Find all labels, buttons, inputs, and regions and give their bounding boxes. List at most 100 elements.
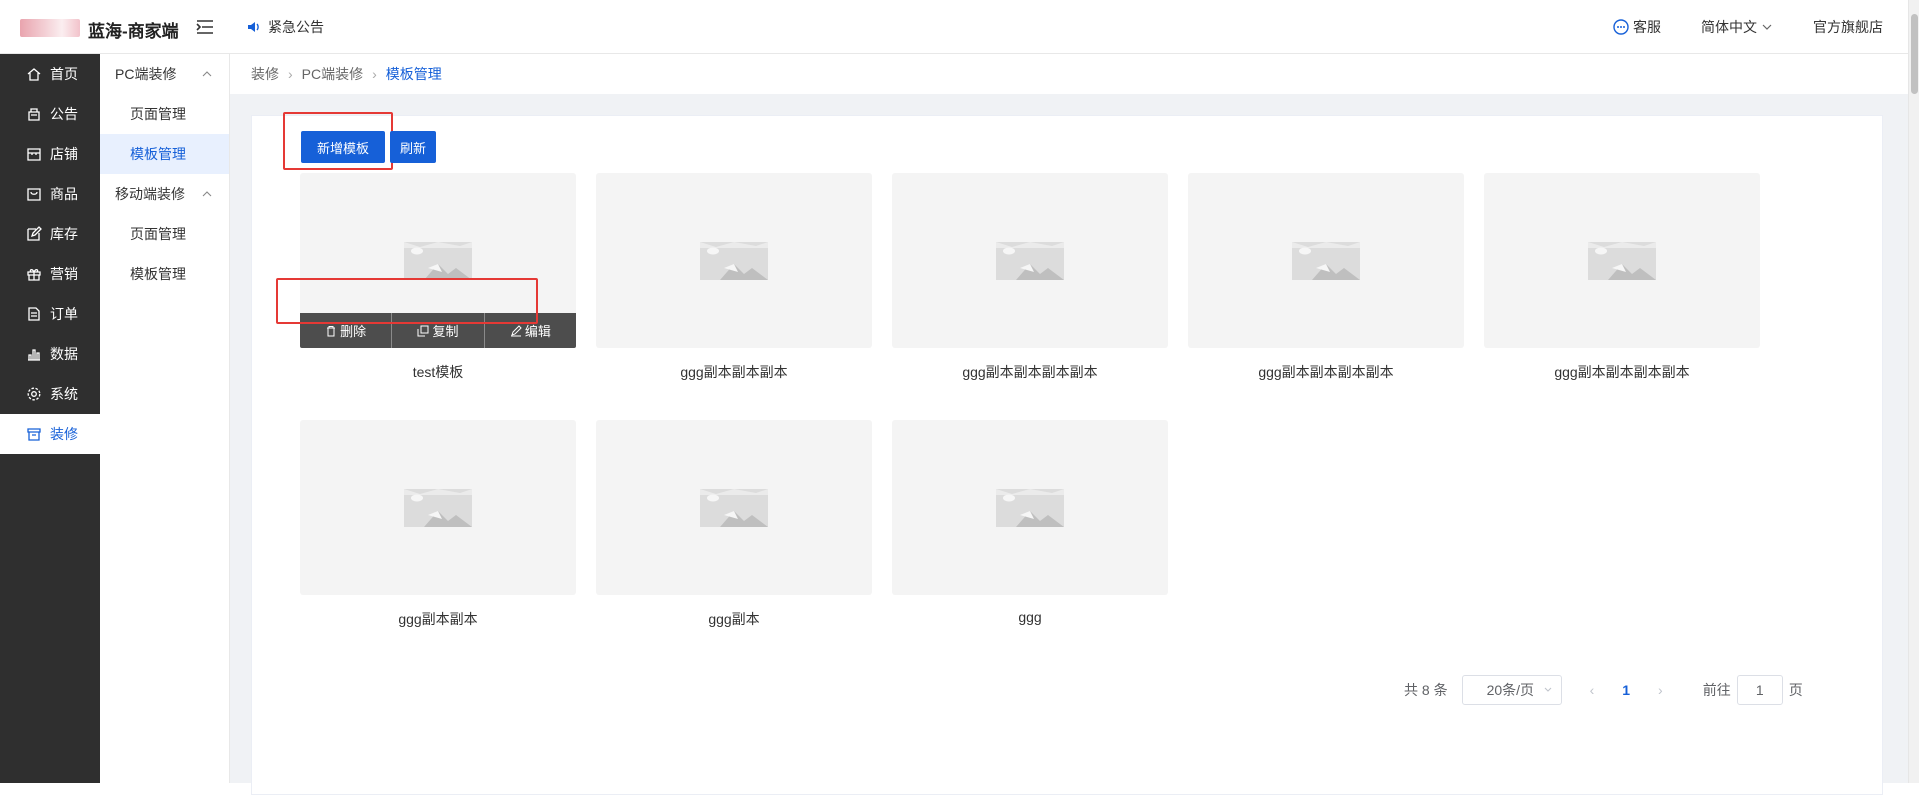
template-card[interactable]: ggg副本副本副本副本 — [1484, 173, 1760, 382]
goto-page-input[interactable]: 1 — [1736, 675, 1783, 705]
notice-label: 紧急公告 — [268, 19, 324, 35]
speaker-icon — [248, 22, 259, 32]
sub-navigation: PC端装修 页面管理 模板管理 移动端装修 页面管理 模板管理 — [100, 54, 230, 783]
template-card[interactable]: ggg — [892, 420, 1168, 625]
trash-icon — [327, 325, 336, 336]
chat-icon — [1613, 19, 1629, 35]
copy-icon — [417, 325, 429, 336]
sidebar-item-goods[interactable]: 商品 — [0, 174, 100, 214]
template-thumbnail[interactable] — [596, 420, 872, 595]
subnav-item-pc-pages[interactable]: 页面管理 — [100, 94, 229, 134]
template-card[interactable]: ggg副本副本副本副本 — [1188, 173, 1464, 382]
template-card[interactable]: ggg副本副本副本 — [596, 173, 872, 382]
goods-icon — [27, 188, 41, 201]
breadcrumb-item[interactable]: PC端装修 — [302, 64, 363, 84]
image-placeholder-icon — [700, 241, 768, 280]
language-label: 简体中文 — [1701, 19, 1757, 35]
image-placeholder-icon — [996, 241, 1064, 280]
sidebar-item-label: 装修 — [50, 426, 78, 442]
template-thumbnail[interactable] — [596, 173, 872, 348]
template-panel: 新增模板 刷新 删除 复制 编辑 test模板 ggg副本副本副本 ggg副本副本副本副本… — [251, 112, 1883, 795]
template-thumbnail[interactable] — [892, 173, 1168, 348]
next-page-button[interactable]: › — [1658, 682, 1663, 698]
notice-link[interactable]: 紧急公告 — [246, 17, 324, 37]
sidebar-item-notice[interactable]: 公告 — [0, 94, 100, 134]
template-card[interactable]: ggg副本副本副本副本 — [892, 173, 1168, 382]
image-placeholder-icon — [404, 488, 472, 527]
pencil-icon — [510, 324, 522, 336]
template-name: ggg副本副本副本 — [680, 364, 788, 380]
add-template-button[interactable]: 新增模板 — [301, 131, 385, 163]
sidebar-item-marketing[interactable]: 营销 — [0, 254, 100, 294]
sidebar-item-label: 订单 — [50, 306, 78, 322]
page-size-label: 20条/页 — [1486, 682, 1535, 698]
service-label: 客服 — [1633, 19, 1661, 35]
sidebar-item-label: 库存 — [50, 226, 78, 242]
brand-name: 蓝海-商家端 — [88, 22, 179, 41]
store-label: 官方旗舰店 — [1813, 19, 1883, 35]
sidebar-item-home[interactable]: 首页 — [0, 54, 100, 94]
image-placeholder-icon — [1292, 241, 1360, 280]
image-placeholder-icon — [404, 241, 472, 280]
sidebar-item-order[interactable]: 订单 — [0, 294, 100, 334]
template-card[interactable]: ggg副本副本 — [300, 420, 576, 629]
template-name: ggg副本副本副本副本 — [962, 364, 1098, 380]
subnav-group-label: PC端装修 — [115, 66, 177, 82]
subnav-group-pc[interactable]: PC端装修 — [100, 54, 229, 94]
main-sidebar: 首页 公告 店铺 商品 库存 营销 订单 数据 系统 装修 — [0, 54, 100, 783]
top-header: 蓝海-商家端 紧急公告 客服 简体中文 官方旗舰店 — [0, 0, 1919, 54]
sidebar-item-label: 公告 — [50, 106, 78, 122]
language-dropdown[interactable]: 简体中文 — [1701, 17, 1773, 37]
menu-collapse-icon[interactable] — [196, 19, 214, 35]
template-name: ggg副本副本 — [398, 611, 478, 627]
gear-icon — [27, 387, 41, 401]
chart-icon — [28, 349, 40, 361]
edit-icon — [27, 226, 42, 241]
chevron-down-icon — [1544, 687, 1551, 692]
subnav-item-pc-templates[interactable]: 模板管理 — [100, 134, 229, 174]
breadcrumb-current: 模板管理 — [385, 66, 442, 82]
subnav-group-mobile[interactable]: 移动端装修 — [100, 174, 229, 214]
breadcrumb-separator: › — [288, 66, 293, 82]
template-name: ggg副本副本副本副本 — [1554, 364, 1690, 380]
image-placeholder-icon — [996, 488, 1064, 527]
sidebar-item-label: 首页 — [50, 66, 78, 82]
main-content: 装修 › PC端装修 › 模板管理 新增模板 刷新 删除 复制 编辑 test模板 gg… — [230, 54, 1908, 795]
prev-page-button[interactable]: ‹ — [1590, 682, 1595, 698]
sidebar-item-shop[interactable]: 店铺 — [0, 134, 100, 174]
template-card[interactable]: ggg副本 — [596, 420, 872, 629]
subnav-group-label: 移动端装修 — [115, 186, 185, 202]
vertical-scrollbar[interactable] — [1908, 0, 1919, 783]
shop-icon — [27, 148, 41, 161]
template-thumbnail[interactable] — [1188, 173, 1464, 348]
template-thumbnail[interactable] — [892, 420, 1168, 595]
sidebar-item-data[interactable]: 数据 — [0, 334, 100, 374]
sidebar-item-system[interactable]: 系统 — [0, 374, 100, 414]
breadcrumb-separator: › — [372, 66, 377, 82]
page-size-select[interactable]: 20条/页 — [1461, 675, 1562, 705]
breadcrumb-item[interactable]: 装修 — [251, 64, 279, 84]
template-name: test模板 — [412, 364, 464, 380]
template-name: ggg副本副本副本副本 — [1258, 364, 1394, 380]
template-name: ggg — [1018, 609, 1042, 625]
image-placeholder-icon — [700, 488, 768, 527]
highlight-box — [276, 278, 538, 324]
refresh-button[interactable]: 刷新 — [390, 131, 436, 163]
chevron-down-icon — [1762, 24, 1772, 30]
breadcrumb: 装修 › PC端装修 › 模板管理 — [230, 54, 1908, 94]
page-number-current[interactable]: 1 — [1622, 682, 1630, 698]
service-button[interactable]: 客服 — [1613, 17, 1661, 37]
sidebar-item-decorate[interactable]: 装修 — [0, 414, 100, 454]
store-link[interactable]: 官方旗舰店 — [1813, 17, 1883, 37]
subnav-item-mobile-pages[interactable]: 页面管理 — [100, 214, 229, 254]
subnav-item-mobile-templates[interactable]: 模板管理 — [100, 254, 229, 294]
decorate-icon — [27, 428, 41, 441]
chevron-up-icon — [202, 71, 212, 77]
sidebar-item-stock[interactable]: 库存 — [0, 214, 100, 254]
goto-label: 前往 — [1702, 682, 1731, 698]
template-thumbnail[interactable] — [300, 420, 576, 595]
pagination: 共 8 条 20条/页 ‹ 1 › 前往 1 页 — [1404, 675, 1803, 705]
sidebar-item-label: 店铺 — [50, 146, 78, 162]
template-name: ggg副本 — [708, 611, 760, 627]
template-thumbnail[interactable] — [1484, 173, 1760, 348]
